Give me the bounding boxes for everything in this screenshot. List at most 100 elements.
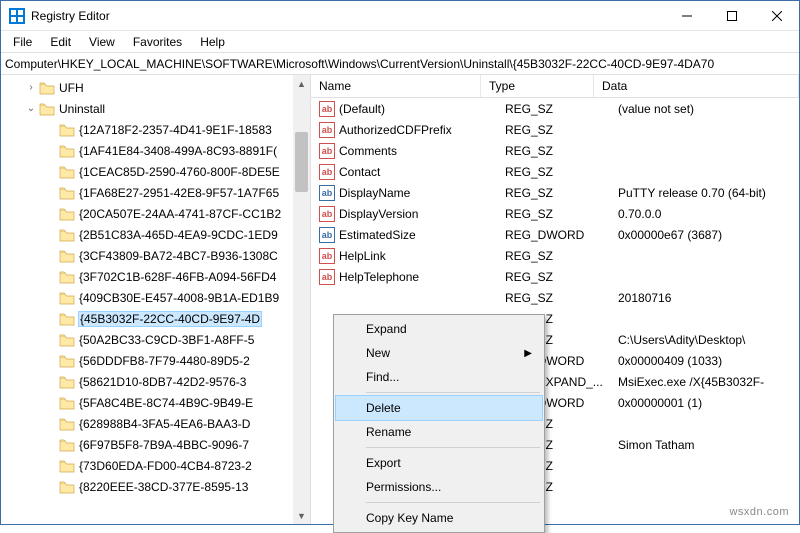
- maximize-button[interactable]: [709, 1, 754, 31]
- value-data: C:\Users\Adity\Desktop\: [610, 333, 799, 347]
- scroll-thumb[interactable]: [295, 132, 308, 192]
- list-row[interactable]: abHelpTelephoneREG_SZ: [311, 266, 799, 287]
- folder-icon: [59, 354, 75, 368]
- menu-help[interactable]: Help: [192, 34, 233, 50]
- string-value-icon: ab: [319, 101, 335, 117]
- ctx-rename[interactable]: Rename: [336, 420, 542, 444]
- chevron-right-icon[interactable]: ›: [45, 481, 57, 492]
- chevron-down-icon[interactable]: ⌄: [25, 103, 37, 114]
- chevron-right-icon[interactable]: ›: [45, 229, 57, 240]
- tree-item-key[interactable]: › {6F97B5F8-7B9A-4BBC-9096-7: [1, 434, 310, 455]
- scroll-down-icon[interactable]: ▼: [293, 507, 310, 524]
- tree-item-key[interactable]: › {3F702C1B-628F-46FB-A094-56FD4: [1, 266, 310, 287]
- tree-label: {1FA68E27-2951-42E8-9F57-1A7F65: [79, 186, 279, 200]
- tree-item-key[interactable]: ›{8220EEE-38CD-377E-8595-13: [1, 476, 310, 497]
- chevron-right-icon[interactable]: ›: [25, 82, 37, 93]
- minimize-button[interactable]: [664, 1, 709, 31]
- chevron-right-icon[interactable]: ›: [45, 271, 57, 282]
- chevron-right-icon[interactable]: ›: [45, 292, 57, 303]
- tree-label: {6F97B5F8-7B9A-4BBC-9096-7: [79, 438, 249, 452]
- list-row[interactable]: REG_SZ20180716: [311, 287, 799, 308]
- chevron-right-icon[interactable]: ›: [45, 250, 57, 261]
- chevron-right-icon[interactable]: ›: [45, 145, 57, 156]
- tree-item-uninstall[interactable]: ⌄Uninstall: [1, 98, 310, 119]
- folder-icon: [39, 81, 55, 95]
- value-type: REG_SZ: [497, 249, 610, 263]
- list-row[interactable]: abDisplayVersionREG_SZ0.70.0.0: [311, 203, 799, 224]
- value-data: Simon Tatham: [610, 438, 799, 452]
- binary-value-icon: ab: [319, 227, 335, 243]
- tree-item-key[interactable]: ›{12A718F2-2357-4D41-9E1F-18583: [1, 119, 310, 140]
- chevron-right-icon[interactable]: ›: [45, 418, 57, 429]
- menu-file[interactable]: File: [5, 34, 40, 50]
- list-row[interactable]: ab(Default)REG_SZ(value not set): [311, 98, 799, 119]
- menu-edit[interactable]: Edit: [42, 34, 79, 50]
- chevron-right-icon[interactable]: ›: [45, 397, 57, 408]
- chevron-right-icon[interactable]: ›: [45, 187, 57, 198]
- window-title: Registry Editor: [31, 9, 110, 23]
- value-type: REG_SZ: [497, 123, 610, 137]
- list-row[interactable]: abCommentsREG_SZ: [311, 140, 799, 161]
- ctx-delete[interactable]: Delete: [336, 396, 542, 420]
- value-type: REG_DWORD: [497, 228, 610, 242]
- tree-item-key[interactable]: ›{20CA507E-24AA-4741-87CF-CC1B2: [1, 203, 310, 224]
- tree-item-key[interactable]: ›{1AF41E84-3408-499A-8C93-8891F(: [1, 140, 310, 161]
- list-row[interactable]: abDisplayNameREG_SZPuTTY release 0.70 (6…: [311, 182, 799, 203]
- list-row[interactable]: abContactREG_SZ: [311, 161, 799, 182]
- chevron-right-icon[interactable]: ›: [45, 376, 57, 387]
- binary-value-icon: ab: [319, 185, 335, 201]
- tree-scrollbar[interactable]: ▲ ▼: [293, 75, 310, 524]
- chevron-right-icon[interactable]: ›: [45, 355, 57, 366]
- tree-label: {73D60EDA-FD00-4CB4-8723-2: [79, 459, 252, 473]
- column-name[interactable]: Name: [311, 75, 481, 97]
- value-type: REG_SZ: [497, 144, 610, 158]
- value-type: REG_SZ: [497, 186, 610, 200]
- value-data: (value not set): [610, 102, 799, 116]
- chevron-right-icon[interactable]: ›: [45, 124, 57, 135]
- tree-item-key[interactable]: › {1FA68E27-2951-42E8-9F57-1A7F65: [1, 182, 310, 203]
- value-data: 0x00000409 (1033): [610, 354, 799, 368]
- chevron-right-icon[interactable]: ›: [45, 439, 57, 450]
- scroll-up-icon[interactable]: ▲: [293, 75, 310, 92]
- tree-item-key[interactable]: ›{50A2BC33-C9CD-3BF1-A8FF-5: [1, 329, 310, 350]
- value-type: REG_SZ: [497, 270, 610, 284]
- tree-item-key[interactable]: › {3CF43809-BA72-4BC7-B936-1308C: [1, 245, 310, 266]
- ctx-find[interactable]: Find...: [336, 365, 542, 389]
- ctx-copy-key-name[interactable]: Copy Key Name: [336, 506, 542, 530]
- tree-item-ufh[interactable]: ›UFH: [1, 77, 310, 98]
- column-data[interactable]: Data: [594, 75, 799, 97]
- tree-item-key[interactable]: ›{409CB30E-E457-4008-9B1A-ED1B9: [1, 287, 310, 308]
- tree-item-key[interactable]: ›{628988B4-3FA5-4EA6-BAA3-D: [1, 413, 310, 434]
- tree-item-key[interactable]: ›{5FA8C4BE-8C74-4B9C-9B49-E: [1, 392, 310, 413]
- chevron-right-icon[interactable]: ›: [45, 334, 57, 345]
- menu-view[interactable]: View: [81, 34, 123, 50]
- chevron-right-icon[interactable]: ›: [45, 166, 57, 177]
- tree-item-key[interactable]: ›{56DDDFB8-7F79-4480-89D5-2: [1, 350, 310, 371]
- value-data: 0x00000001 (1): [610, 396, 799, 410]
- chevron-right-icon[interactable]: ›: [45, 460, 57, 471]
- close-button[interactable]: [754, 1, 799, 31]
- list-row[interactable]: abEstimatedSizeREG_DWORD0x00000e67 (3687…: [311, 224, 799, 245]
- column-type[interactable]: Type: [481, 75, 594, 97]
- chevron-right-icon[interactable]: ›: [45, 208, 57, 219]
- tree-item-key[interactable]: ›{2B51C83A-465D-4EA9-9CDC-1ED9: [1, 224, 310, 245]
- tree-item-key[interactable]: › {73D60EDA-FD00-4CB4-8723-2: [1, 455, 310, 476]
- tree-item-key[interactable]: ›{45B3032F-22CC-40CD-9E97-4D: [1, 308, 310, 329]
- value-name: HelpLink: [339, 249, 497, 263]
- chevron-right-icon[interactable]: ›: [45, 313, 57, 324]
- list-row[interactable]: abAuthorizedCDFPrefixREG_SZ: [311, 119, 799, 140]
- address-bar[interactable]: Computer\HKEY_LOCAL_MACHINE\SOFTWARE\Mic…: [1, 53, 799, 75]
- folder-icon: [59, 438, 75, 452]
- titlebar: Registry Editor: [1, 1, 799, 31]
- tree-item-key[interactable]: ›{1CEAC85D-2590-4760-800F-8DE5E: [1, 161, 310, 182]
- tree-label: {3CF43809-BA72-4BC7-B936-1308C: [79, 249, 278, 263]
- ctx-new[interactable]: New▶: [336, 341, 542, 365]
- list-row[interactable]: abHelpLinkREG_SZ: [311, 245, 799, 266]
- ctx-permissions[interactable]: Permissions...: [336, 475, 542, 499]
- ctx-export[interactable]: Export: [336, 451, 542, 475]
- tree-item-key[interactable]: ›{58621D10-8DB7-42D2-9576-3: [1, 371, 310, 392]
- menu-favorites[interactable]: Favorites: [125, 34, 190, 50]
- tree-label: {3F702C1B-628F-46FB-A094-56FD4: [79, 270, 276, 284]
- value-name: EstimatedSize: [339, 228, 497, 242]
- ctx-expand[interactable]: Expand: [336, 317, 542, 341]
